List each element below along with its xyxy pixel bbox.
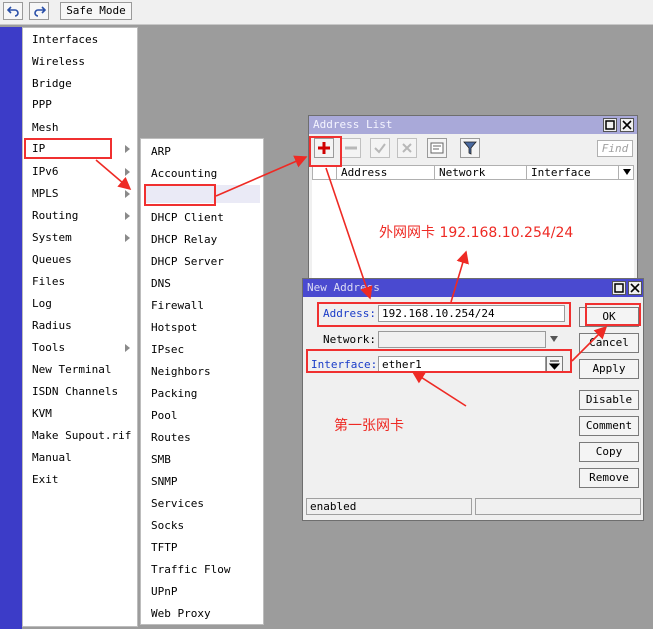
annotation-arrows: [95, 155, 608, 407]
wan-annotation: 外网网卡 192.168.10.254/24: [379, 225, 574, 241]
first-nic-annotation: 第一张网卡: [334, 418, 404, 434]
